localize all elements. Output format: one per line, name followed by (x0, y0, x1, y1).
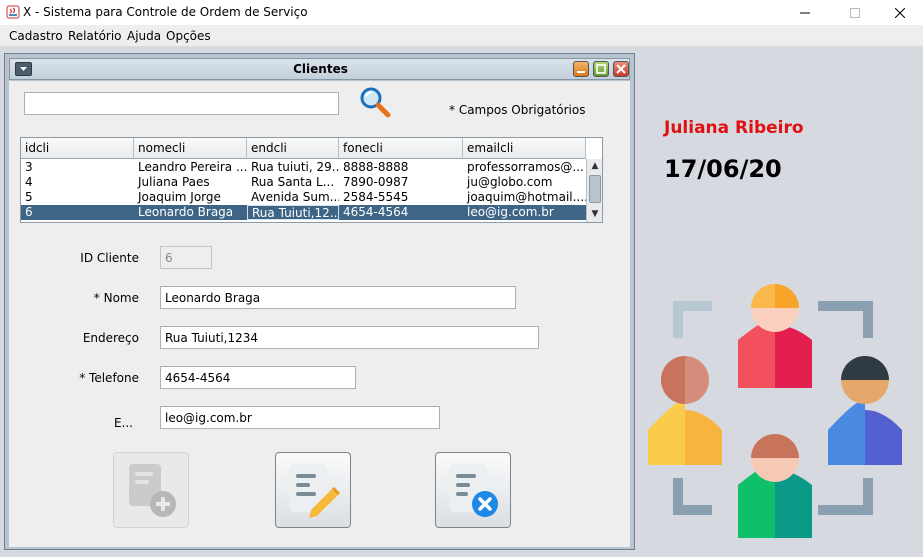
frame-content: * Campos Obrigatórios idcli nomecli endc… (9, 81, 630, 547)
maximize-window-button[interactable] (832, 2, 878, 24)
table-cell: Joaquim Jorge (138, 190, 221, 204)
menu-opcoes[interactable]: Opções (166, 29, 211, 43)
minimize-icon (577, 71, 585, 73)
menu-cadastro[interactable]: Cadastro (9, 29, 63, 43)
table-header: idcli nomecli endcli fonecli emailcli (21, 138, 586, 159)
table-cell: ju@globo.com (467, 175, 553, 189)
column-header-emailcli[interactable]: emailcli (463, 138, 586, 159)
table-cell: Rua Tuiuti,12... (247, 205, 339, 220)
search-input[interactable] (24, 92, 339, 115)
table-cell: Avenida Sum... (251, 190, 339, 204)
email-field[interactable] (160, 406, 440, 429)
table-row[interactable]: 4 Juliana Paes Rua Santa L... 7890-0987 … (21, 175, 586, 190)
clientes-frame: Clientes * Campos Obrigatórios idcli nom… (4, 53, 635, 550)
window-title: X - Sistema para Controle de Ordem de Se… (23, 5, 308, 19)
table-cell: 8888-8888 (343, 160, 409, 174)
close-icon (616, 64, 626, 74)
id-cliente-label: ID Cliente (80, 251, 139, 265)
close-window-button[interactable] (877, 2, 923, 24)
email-label: E... (113, 416, 133, 430)
frame-title: Clientes (293, 62, 348, 76)
frame-close-button[interactable] (613, 61, 629, 77)
required-fields-note: * Campos Obrigatórios (449, 103, 586, 117)
telefone-field[interactable] (160, 366, 356, 389)
maximize-icon (850, 8, 860, 18)
table-scrollbar[interactable]: ▲ ▼ (586, 159, 602, 222)
table-cell: Juliana Paes (138, 175, 210, 189)
scroll-down-arrow-icon[interactable]: ▼ (587, 207, 602, 221)
frame-maximize-button[interactable] (593, 61, 609, 77)
scroll-up-arrow-icon[interactable]: ▲ (587, 159, 602, 173)
endereco-label: Endereço (82, 331, 139, 345)
telefone-label: * Telefone (79, 371, 139, 385)
java-app-icon (6, 5, 20, 19)
clients-table[interactable]: idcli nomecli endcli fonecli emailcli 3 … (20, 137, 603, 223)
document-delete-icon (449, 464, 498, 517)
endereco-field[interactable] (160, 326, 539, 349)
menu-relatorio[interactable]: Relatório (68, 29, 122, 43)
minimize-icon (800, 12, 810, 14)
table-cell: Rua Santa L... (251, 175, 335, 189)
nome-label: * Nome (93, 291, 139, 305)
frame-minimize-button[interactable] (573, 61, 589, 77)
delete-client-button[interactable] (435, 452, 511, 528)
table-cell: leo@ig.com.br (467, 205, 554, 219)
maximize-icon (596, 64, 606, 74)
table-cell: 3 (25, 160, 33, 174)
current-date: 17/06/20 (664, 155, 782, 183)
frame-title-bar[interactable]: Clientes (9, 58, 630, 80)
add-client-button[interactable] (113, 452, 189, 528)
logged-user-name: Juliana Ribeiro (664, 118, 804, 138)
column-header-nomecli[interactable]: nomecli (134, 138, 247, 159)
document-edit-icon (289, 464, 341, 518)
table-cell: 5 (25, 190, 33, 204)
table-cell: professorramos@... (467, 160, 584, 174)
edit-client-button[interactable] (275, 452, 351, 528)
table-cell: Rua tuiuti, 29... (251, 160, 339, 174)
table-cell: 6 (25, 205, 33, 219)
table-cell: joaquim@hotmail.... (467, 190, 586, 204)
minimize-window-button[interactable] (782, 2, 828, 24)
column-header-endcli[interactable]: endcli (247, 138, 339, 159)
table-row[interactable]: 5 Joaquim Jorge Avenida Sum... 2584-5545… (21, 190, 586, 205)
table-row-selected[interactable]: 6 Leonardo Braga Rua Tuiuti,12... 4654-4… (21, 205, 586, 220)
table-cell: 4654-4564 (343, 205, 409, 219)
column-header-fonecli[interactable]: fonecli (339, 138, 463, 159)
close-icon (895, 8, 905, 18)
search-icon[interactable] (358, 85, 392, 119)
table-cell: 7890-0987 (343, 175, 409, 189)
people-network-icon (648, 284, 902, 538)
menu-ajuda[interactable]: Ajuda (127, 29, 161, 43)
table-cell: 2584-5545 (343, 190, 409, 204)
table-cell: 4 (25, 175, 33, 189)
document-add-icon (129, 464, 176, 517)
scrollbar-thumb[interactable] (589, 175, 601, 203)
table-cell: Leonardo Braga (138, 205, 234, 219)
column-header-idcli[interactable]: idcli (21, 138, 134, 159)
window-title-bar: X - Sistema para Controle de Ordem de Se… (0, 0, 923, 25)
menu-bar: Cadastro Relatório Ajuda Opções (0, 25, 923, 47)
nome-field[interactable] (160, 286, 516, 309)
id-cliente-field (160, 246, 212, 269)
table-row[interactable]: 3 Leandro Pereira ... Rua tuiuti, 29... … (21, 160, 586, 175)
table-cell: Leandro Pereira ... (138, 160, 247, 174)
